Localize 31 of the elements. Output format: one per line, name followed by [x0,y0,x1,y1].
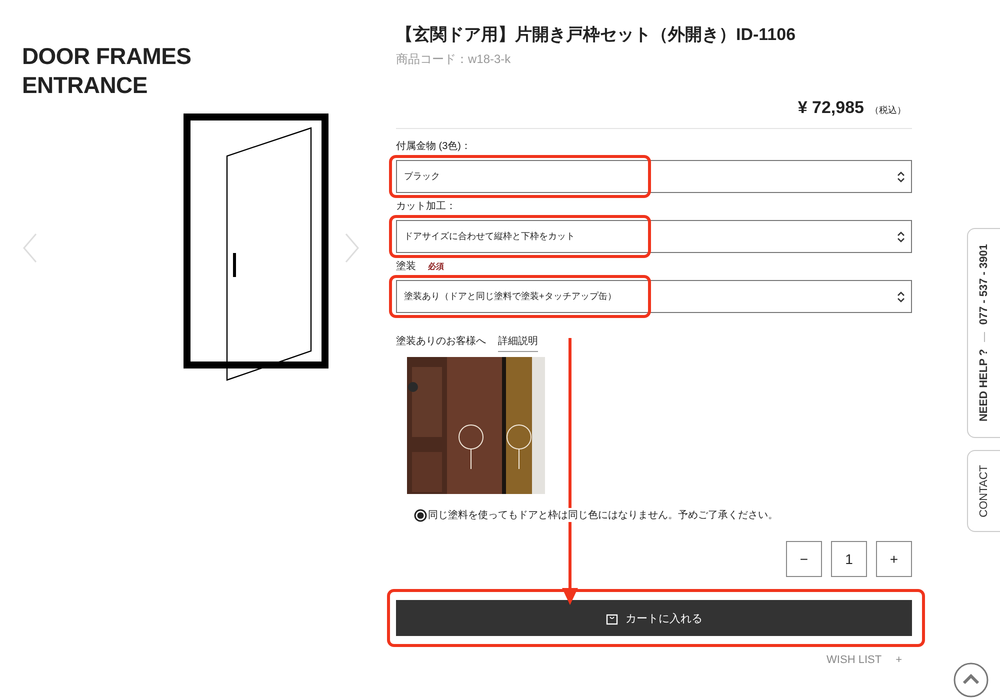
help-tab[interactable]: NEED HELP ? 077 - 537 - 3901 [967,228,1000,438]
up-down-chevron-icon [897,290,905,302]
product-title: 【玄関ドア用】片開き戸枠セット（外開き）ID-1106 [396,24,797,46]
required-tag: 必須 [428,260,444,272]
product-code: 商品コード：w18-3-k [396,51,512,68]
need-help-label: NEED HELP ? [978,349,990,422]
option-select[interactable]: ブラック [396,160,912,193]
category-heading: DOOR FRAMES [22,42,192,71]
scroll-to-top-icon[interactable] [953,662,989,698]
up-down-chevron-icon [897,170,905,182]
wish-list-link[interactable]: WISH LIST [826,654,882,666]
price: ¥ 72,985 [798,98,864,118]
up-down-chevron-icon [897,230,905,242]
phone-number: 077 - 537 - 3901 [978,244,990,326]
category-heading: ENTRANCE [22,71,148,100]
paint-note: 塗装ありのお客様へ [396,334,486,349]
quantity-field[interactable]: 1 [831,541,867,577]
add-to-cart-button[interactable]: カートに入れる [396,600,912,636]
tax-note: （税込） [870,104,906,117]
details-link[interactable]: 詳細説明 [498,334,538,352]
wish-list-plus[interactable]: + [896,654,902,666]
option-label: 塗装 [396,260,416,273]
option-select[interactable]: 塗装あり（ドアと同じ塗料で塗装+タッチアップ缶） [396,280,912,313]
bullet-icon [414,508,427,522]
option-select[interactable]: ドアサイズに合わせて縦枠と下枠をカット [396,220,912,253]
option-label: カット加工： [396,200,456,213]
option-label: 付属金物 (3色)： [396,140,471,153]
bag-icon [606,612,618,624]
contact-tab[interactable]: CONTACT [967,450,1000,532]
decrease-button[interactable]: − [786,541,822,577]
increase-button[interactable]: + [876,541,912,577]
